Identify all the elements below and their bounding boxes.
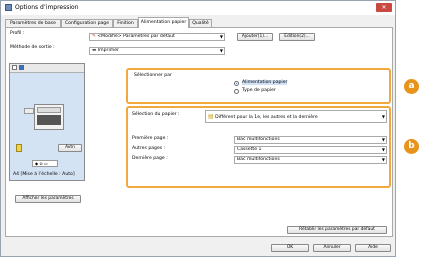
- settings-icon: [19, 65, 24, 70]
- title-bar: Options d’impression ✕: [1, 1, 395, 15]
- radio-paper-source[interactable]: [234, 81, 239, 86]
- preview-panel: Avtn ◆ ⊘ ▭: [9, 63, 85, 181]
- chevron-down-icon: ▼: [381, 157, 385, 162]
- cancel-button[interactable]: Annuler: [313, 244, 351, 252]
- other-pages-select[interactable]: Cassette 1 ▼: [234, 146, 387, 154]
- printer-icon: ▬: [92, 48, 97, 53]
- view-mode-icon: ◆ ⊘ ▭: [35, 161, 48, 166]
- output-method-select[interactable]: ▬ Imprimer ▼: [89, 47, 225, 55]
- close-button[interactable]: ✕: [376, 3, 392, 12]
- first-page-select[interactable]: Bac multifonctions ▼: [234, 136, 387, 144]
- tab-basic-settings[interactable]: Paramètres de base: [5, 19, 61, 27]
- callout-badge-a: a: [404, 79, 419, 94]
- paper-stack-icon: ▤: [208, 113, 214, 120]
- show-settings-button[interactable]: Afficher les paramètres: [15, 195, 81, 203]
- first-page-label: Première page :: [132, 136, 169, 141]
- chevron-down-icon: ▼: [219, 34, 223, 39]
- select-by-label: Sélectionner par: [134, 73, 172, 78]
- view-mode-buttons[interactable]: ◆ ⊘ ▭: [32, 160, 58, 167]
- tab-quality[interactable]: Qualité: [189, 19, 212, 27]
- chevron-down-icon: ▼: [381, 147, 385, 152]
- preview-avtn-button[interactable]: Avtn: [58, 144, 82, 152]
- other-pages-value: Cassette 1: [237, 147, 262, 152]
- document-icon: [12, 65, 17, 70]
- chevron-down-icon: ▼: [381, 114, 385, 119]
- callout-badge-b: b: [404, 139, 419, 154]
- tab-page-setup[interactable]: Configuration page: [61, 19, 113, 27]
- printer-illustration: [34, 104, 64, 130]
- printer-app-icon: [5, 4, 12, 11]
- radio-paper-type[interactable]: [234, 89, 239, 94]
- other-pages-label: Autres pages :: [132, 146, 166, 151]
- output-method-value: Imprimer: [97, 48, 119, 53]
- preview-toolbar: [10, 64, 84, 73]
- profile-label: Profil :: [10, 31, 25, 36]
- restore-defaults-button[interactable]: Rétablir les paramètres par défaut: [287, 226, 387, 234]
- last-page-select[interactable]: Bac multifonctions ▼: [234, 156, 387, 164]
- ok-button[interactable]: OK: [271, 244, 309, 252]
- help-button[interactable]: Aide: [355, 244, 391, 252]
- last-page-value: Bac multifonctions: [237, 157, 280, 162]
- first-page-value: Bac multifonctions: [237, 137, 280, 142]
- paper-selection-select[interactable]: ▤ Différent pour la 1e, les autres et la…: [205, 110, 387, 123]
- window-title: Options d’impression: [15, 4, 79, 11]
- radio-paper-source-label: Alimentation papier: [242, 80, 288, 85]
- paper-stack-icon: [16, 144, 22, 152]
- tab-finishing[interactable]: Finition: [113, 19, 138, 27]
- paper-selection-value: Différent pour la 1e, les autres et la d…: [215, 115, 318, 120]
- paper-tray-icon: [24, 108, 34, 114]
- chevron-down-icon: ▼: [381, 137, 385, 142]
- pencil-icon: ✎: [92, 34, 96, 39]
- preview-caption: A4 [Mise à l’échelle : Auto]: [13, 172, 75, 177]
- profile-value: <Modifié> Paramètres par défaut: [97, 34, 175, 39]
- output-method-label: Méthode de sortie :: [10, 45, 55, 50]
- radio-paper-type-label: Type de papier: [242, 88, 276, 93]
- edit-profile-button[interactable]: Edition(2)...: [279, 33, 315, 41]
- last-page-label: Dernière page :: [132, 156, 168, 161]
- add-profile-button[interactable]: Ajouter(1)...: [237, 33, 273, 41]
- tab-paper-source[interactable]: Alimentation papier: [138, 17, 189, 28]
- print-options-dialog: Options d’impression ✕ Paramètres de bas…: [0, 0, 419, 257]
- profile-select[interactable]: ✎ <Modifié> Paramètres par défaut ▼: [89, 33, 225, 41]
- paper-selection-label: Sélection du papier :: [132, 112, 180, 117]
- chevron-down-icon: ▼: [219, 48, 223, 53]
